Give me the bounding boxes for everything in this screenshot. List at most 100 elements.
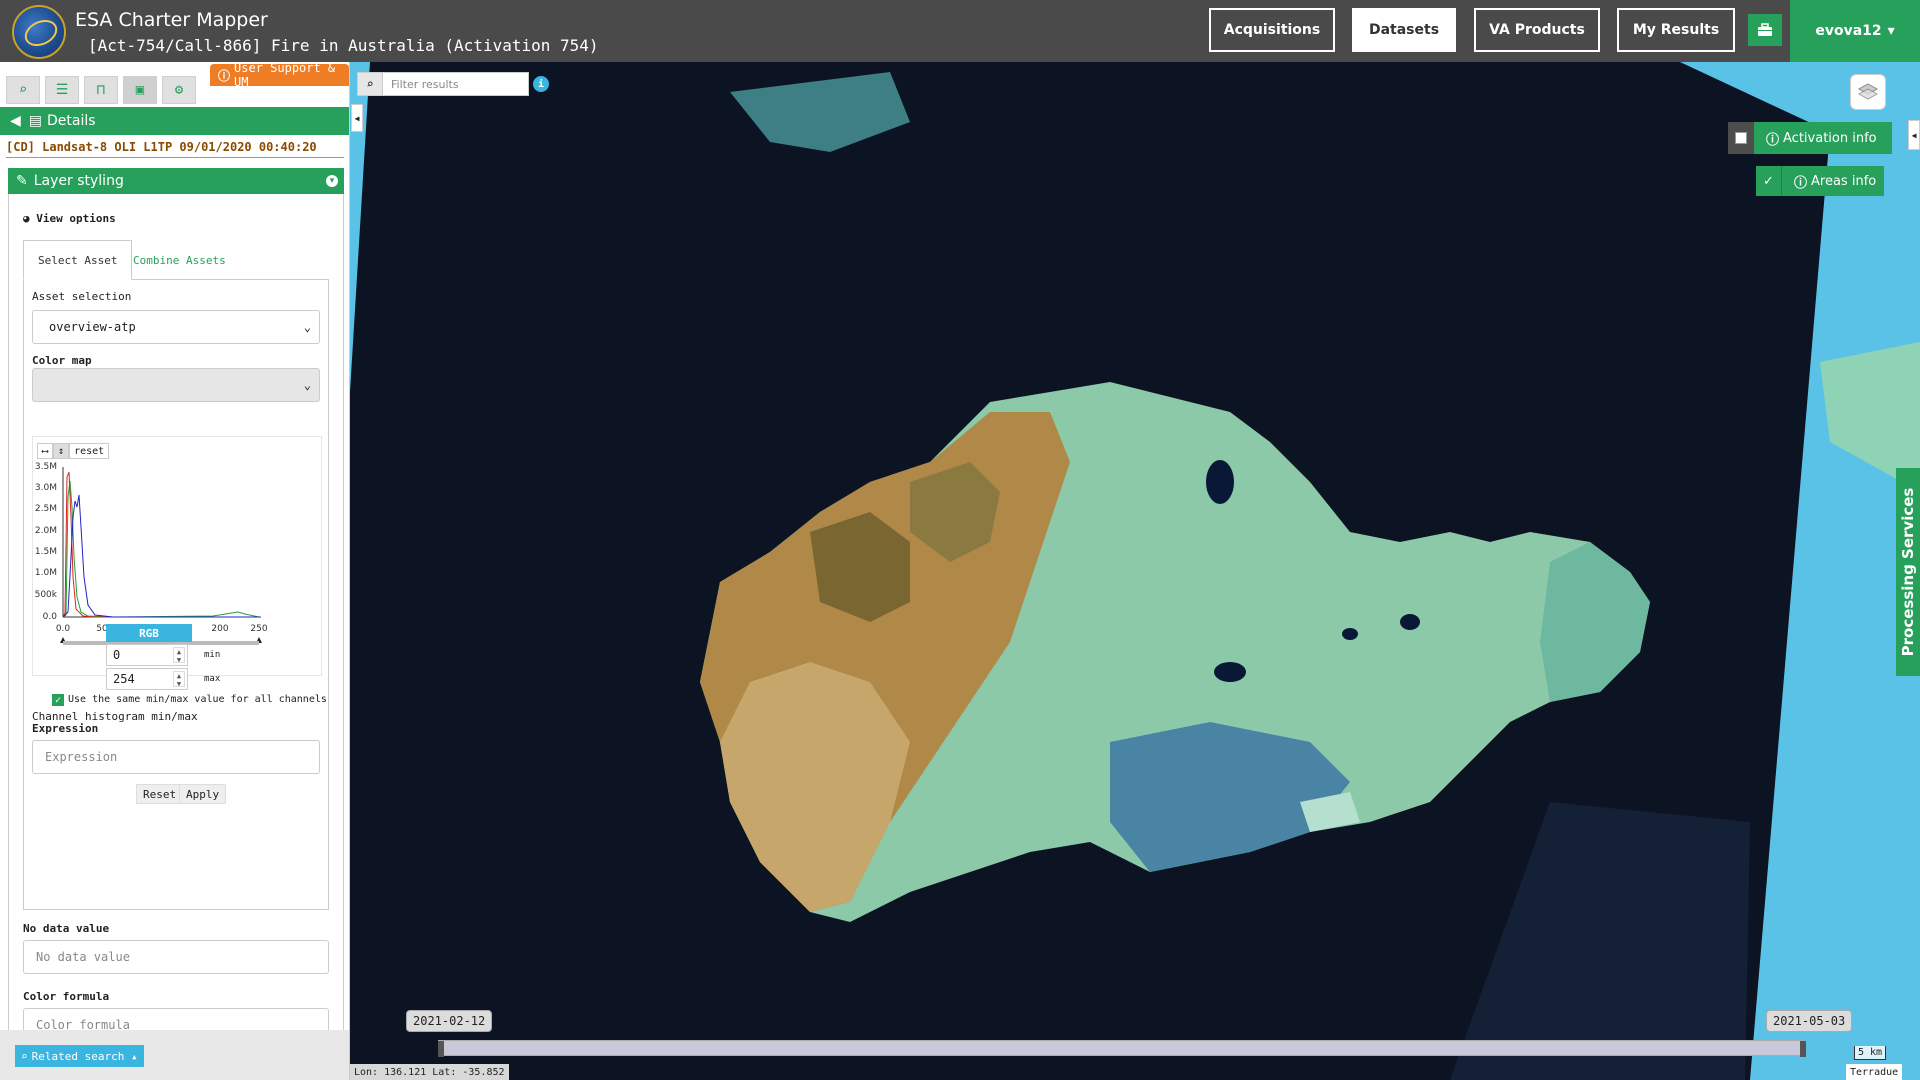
areas-info-label: Areas info xyxy=(1811,173,1877,189)
basket-tool-button[interactable]: ⊓ xyxy=(84,76,118,104)
chevron-down-icon: ⌄ xyxy=(303,378,311,392)
processing-services-tab[interactable]: Processing Services xyxy=(1896,468,1920,676)
nav-datasets[interactable]: Datasets xyxy=(1352,8,1456,52)
min-input[interactable]: 0 ▲ ▼ xyxy=(106,644,188,666)
spinner-icon[interactable]: ▲ ▼ xyxy=(173,671,185,688)
histogram-blue-line xyxy=(62,494,259,618)
nav-acquisitions[interactable]: Acquisitions xyxy=(1209,8,1335,52)
layers-button[interactable] xyxy=(1850,74,1886,110)
info-icon: ⓘ xyxy=(1766,132,1780,148)
y-tick: 3.5M xyxy=(35,462,57,472)
nav-va-products[interactable]: VA Products xyxy=(1474,8,1600,52)
y-tick: 1.0M xyxy=(35,568,57,578)
map-attribution: Terradue xyxy=(1846,1064,1903,1080)
esa-charter-logo xyxy=(12,5,66,59)
expression-input[interactable]: Expression xyxy=(32,740,320,774)
color-map-select[interactable]: ⌄ xyxy=(32,368,320,402)
collapse-icon[interactable]: ▾ xyxy=(326,175,338,187)
map-scale: 5 km xyxy=(1854,1046,1886,1060)
check-icon: ✓ xyxy=(1763,173,1774,189)
select-asset-panel: Asset selection overview-atp ⌄ Color map… xyxy=(23,280,329,910)
user-menu[interactable]: evova12 ▾ xyxy=(1790,0,1920,62)
timeline-slider[interactable] xyxy=(438,1040,1804,1056)
dataset-title: [CD] Landsat-8 OLI L1TP 09/01/2020 00:40… xyxy=(6,140,344,158)
x-tick: 0.0 xyxy=(56,624,71,634)
timeline-end-handle[interactable] xyxy=(1800,1041,1806,1057)
chevron-left-icon: ◀ xyxy=(1911,130,1917,140)
layers-icon xyxy=(1857,83,1879,100)
timeline-start-handle[interactable] xyxy=(438,1041,444,1057)
brush-icon: ✎ xyxy=(16,173,28,189)
search-icon: ⌕ xyxy=(357,72,383,96)
check-icon: ✓ xyxy=(54,694,62,706)
time-end-label: 2021-05-03 xyxy=(1766,1010,1853,1032)
x-tick: 200 xyxy=(211,624,228,634)
basket-icon: ⊓ xyxy=(96,82,106,98)
x-tick: 250 xyxy=(250,624,267,634)
list-tool-button[interactable]: ☰ xyxy=(45,76,79,104)
y-tick: 2.5M xyxy=(35,504,57,514)
gear-icon: ⚙ xyxy=(174,82,184,98)
expression-label: Expression xyxy=(32,722,99,735)
collapse-right-button[interactable]: ◀ xyxy=(1908,120,1920,150)
y-tick: 1.5M xyxy=(35,547,57,557)
y-tick: 0.0 xyxy=(43,612,58,622)
activation-subtitle: [Act-754/Call-866] Fire in Australia (Ac… xyxy=(88,36,599,55)
tab-combine-assets[interactable]: Combine Assets xyxy=(119,240,240,280)
view-options-label: View options xyxy=(36,212,116,225)
related-search-button[interactable]: ⌕ Related search ▴ xyxy=(15,1045,144,1067)
max-input[interactable]: 254 ▲ ▼ xyxy=(106,668,188,690)
areas-info-checkbox[interactable]: ✓ xyxy=(1756,166,1782,196)
chevron-left-icon[interactable]: ◀ xyxy=(10,113,21,129)
asset-tabs: Select Asset Combine Assets xyxy=(23,240,329,280)
filter-results-input[interactable]: Filter results xyxy=(383,72,529,96)
activation-info-panel[interactable]: ⓘ Activation info xyxy=(1728,122,1892,154)
related-search-bar: ⌕ Related search ▴ xyxy=(0,1030,349,1080)
color-map-label: Color map xyxy=(32,354,92,367)
archive-tool-button[interactable]: ▣ xyxy=(123,76,157,104)
asset-select-value: overview-atp xyxy=(49,320,136,334)
satellite-imagery xyxy=(350,62,1920,1080)
eye-icon: ◕ xyxy=(23,212,30,225)
areas-info-panel[interactable]: ✓ ⓘ Areas info xyxy=(1756,166,1884,196)
no-data-input[interactable]: No data value xyxy=(23,940,329,974)
max-value: 254 xyxy=(113,672,135,686)
activation-info-checkbox[interactable] xyxy=(1728,122,1754,154)
search-icon: ⌕ xyxy=(21,1049,28,1063)
tab-select-asset[interactable]: Select Asset xyxy=(23,240,133,280)
settings-tool-button[interactable]: ⚙ xyxy=(162,76,196,104)
briefcase-icon xyxy=(1758,23,1772,36)
related-search-label: Related search ▴ xyxy=(31,1049,138,1063)
left-panel: ⓘ User Support & UM ⌕ ☰ ⊓ ▣ ⚙ ◀ ▤ Detail… xyxy=(0,62,350,1080)
user-support-label: User Support & UM xyxy=(234,62,336,89)
reset-button[interactable]: Reset xyxy=(136,784,184,804)
app-header: ESA Charter Mapper [Act-754/Call-866] Fi… xyxy=(0,0,1920,62)
nav-my-results[interactable]: My Results xyxy=(1617,8,1735,52)
details-header[interactable]: ◀ ▤ Details xyxy=(0,107,349,135)
spinner-icon[interactable]: ▲ ▼ xyxy=(173,647,185,664)
document-icon: ▤ xyxy=(28,113,43,129)
apply-button[interactable]: Apply xyxy=(179,784,227,804)
map-view[interactable] xyxy=(350,62,1920,1080)
asset-select[interactable]: overview-atp ⌄ xyxy=(32,310,320,344)
chevron-down-icon: ⌄ xyxy=(303,320,311,334)
chevron-left-icon: ◀ xyxy=(354,113,360,123)
min-value: 0 xyxy=(113,648,121,662)
y-tick: 500k xyxy=(35,590,58,600)
time-start-label: 2021-02-12 xyxy=(406,1010,493,1032)
filter-results: ⌕ Filter results i xyxy=(357,72,549,96)
briefcase-button[interactable] xyxy=(1748,14,1782,46)
layer-styling-body: ◕ View options Select Asset Combine Asse… xyxy=(8,194,344,1080)
layer-styling-header[interactable]: ✎ Layer styling ▾ xyxy=(8,168,344,194)
max-label: max xyxy=(204,674,221,684)
same-minmax-label: Use the same min/max value for all chann… xyxy=(68,694,327,705)
collapse-panel-button[interactable]: ◀ xyxy=(351,104,363,132)
search-tool-button[interactable]: ⌕ xyxy=(6,76,40,104)
same-minmax-checkbox[interactable]: ✓ xyxy=(52,694,64,706)
layer-styling-label: Layer styling xyxy=(33,173,124,189)
user-support-button[interactable]: ⓘ User Support & UM xyxy=(210,62,349,89)
info-icon[interactable]: i xyxy=(533,76,549,92)
rgb-badge: RGB xyxy=(106,624,192,642)
asset-selection-label: Asset selection xyxy=(32,290,132,303)
no-data-label: No data value xyxy=(23,922,110,935)
